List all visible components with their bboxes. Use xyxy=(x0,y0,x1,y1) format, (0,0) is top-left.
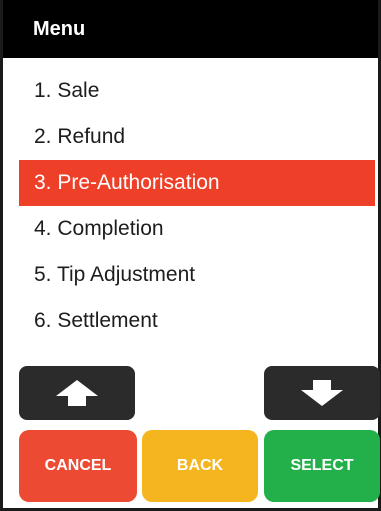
menu-item-completion[interactable]: 4. Completion xyxy=(3,206,378,252)
menu-item-settlement[interactable]: 6. Settlement xyxy=(3,298,378,344)
arrow-down-icon xyxy=(301,380,343,406)
cancel-button[interactable]: CANCEL xyxy=(19,430,137,502)
menu-item-refund[interactable]: 2. Refund xyxy=(3,114,378,160)
scroll-down-button[interactable] xyxy=(264,366,380,420)
menu-item-label: 2. Refund xyxy=(34,125,126,148)
select-button[interactable]: SELECT xyxy=(264,430,380,502)
menu-item-label: 5. Tip Adjustment xyxy=(34,263,196,286)
menu-item-label: 6. Settlement xyxy=(34,309,158,332)
page-title: Menu xyxy=(33,17,86,40)
cancel-button-label: CANCEL xyxy=(44,457,112,474)
menu-item-pre-authorisation[interactable]: 3. Pre-Authorisation xyxy=(19,160,375,206)
menu-item-sale[interactable]: 1. Sale xyxy=(3,68,378,114)
menu-item-label: 3. Pre-Authorisation xyxy=(34,171,220,194)
back-button-label: BACK xyxy=(176,457,224,474)
menu-item-label: 4. Completion xyxy=(34,217,164,240)
arrow-up-icon xyxy=(56,380,98,406)
menu-list: 1. Sale 2. Refund 3. Pre-Authorisation 4… xyxy=(3,68,378,344)
scroll-up-button[interactable] xyxy=(19,366,135,420)
menu-item-label: 1. Sale xyxy=(34,79,100,102)
menu-item-tip-adjustment[interactable]: 5. Tip Adjustment xyxy=(3,252,378,298)
title-bar: Menu xyxy=(3,0,378,58)
back-button[interactable]: BACK xyxy=(142,430,258,502)
select-button-label: SELECT xyxy=(290,457,354,474)
